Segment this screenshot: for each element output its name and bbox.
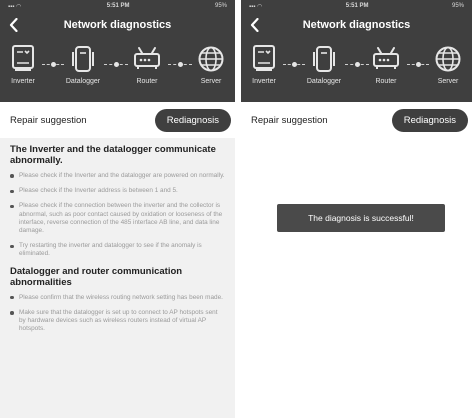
signal-icon: ▪▪▪ ◠ — [8, 3, 22, 10]
suggestion-list: Please confirm that the wireless routing… — [10, 294, 225, 334]
flow-label-inverter: Inverter — [252, 78, 276, 85]
repair-suggestions: The Inverter and the datalogger communic… — [0, 138, 235, 418]
nav-bar: Network diagnostics — [0, 12, 235, 38]
battery-label: 95% — [214, 3, 227, 9]
inverter-icon — [12, 45, 34, 71]
suggestion-item: Please check if the Inverter and the dat… — [10, 172, 225, 180]
flow-label-inverter: Inverter — [11, 78, 35, 85]
flow-node-inverter: Inverter — [241, 44, 287, 85]
section-title: Datalogger and router communication abno… — [10, 265, 183, 288]
repair-suggestion-label: Repair suggestion — [251, 114, 328, 126]
status-bar: ▪▪▪ ◠ 5:51 PM 95% — [0, 0, 235, 12]
back-icon[interactable] — [247, 16, 261, 34]
suggestion-item: Try restarting the inverter and datalogg… — [10, 242, 225, 258]
globe-icon — [435, 46, 461, 72]
flow-label-server: Server — [437, 78, 459, 85]
nav-bar: Network diagnostics — [241, 12, 472, 38]
flow-label-router: Router — [375, 78, 397, 85]
screens: ▪▪▪ ◠ 5:51 PM 95% Network diagnostics In… — [0, 0, 472, 418]
flow-node-datalogger: Datalogger — [60, 44, 106, 85]
flow-node-router: Router — [124, 44, 170, 85]
datalogger-icon — [313, 46, 335, 72]
suggestion-item: Please check if the Inverter address is … — [10, 187, 225, 195]
flow-label-router: Router — [136, 78, 158, 85]
result-area: The diagnosis is successful! — [241, 138, 472, 418]
repair-row: Repair suggestion Rediagnosis — [0, 102, 235, 138]
router-icon — [134, 47, 160, 69]
network-flow: Inverter Datalogger Router Server — [0, 38, 235, 102]
repair-suggestion-label: Repair suggestion — [10, 114, 87, 126]
status-bar: ▪▪▪ ◠ 5:51 PM 95% — [241, 0, 472, 12]
status-time: 5:51 PM — [345, 3, 369, 9]
flow-node-datalogger: Datalogger — [301, 44, 347, 85]
back-icon[interactable] — [6, 16, 20, 34]
suggestion-list: Please check if the Inverter and the dat… — [10, 172, 225, 259]
globe-icon — [198, 46, 224, 72]
inverter-icon — [253, 45, 275, 71]
suggestion-item: Please check if the connection between t… — [10, 202, 225, 235]
page-title: Network diagnostics — [302, 19, 411, 31]
signal-icon: ▪▪▪ ◠ — [249, 3, 263, 10]
repair-row: Repair suggestion Rediagnosis — [241, 102, 472, 138]
flow-label-server: Server — [200, 78, 222, 85]
status-time: 5:51 PM — [106, 3, 130, 9]
diagnostics-screen-success: ▪▪▪ ◠ 5:51 PM 95% Network diagnostics In… — [241, 0, 472, 418]
flow-node-server: Server — [188, 44, 234, 85]
rediagnosis-button[interactable]: Rediagnosis — [154, 108, 231, 132]
success-toast: The diagnosis is successful! — [277, 204, 445, 232]
flow-node-inverter: Inverter — [0, 44, 46, 85]
page-title: Network diagnostics — [63, 19, 172, 31]
flow-label-datalogger: Datalogger — [65, 78, 101, 85]
router-icon — [373, 47, 399, 69]
section-title: The Inverter and the datalogger communic… — [10, 144, 216, 166]
flow-node-router: Router — [363, 44, 409, 85]
rediagnosis-button[interactable]: Rediagnosis — [391, 108, 468, 132]
datalogger-icon — [72, 46, 94, 72]
flow-node-server: Server — [425, 44, 471, 85]
flow-label-datalogger: Datalogger — [306, 78, 342, 85]
battery-label: 95% — [451, 3, 464, 9]
diagnostics-screen-failure: ▪▪▪ ◠ 5:51 PM 95% Network diagnostics In… — [0, 0, 235, 418]
suggestion-item: Please confirm that the wireless routing… — [10, 294, 225, 302]
network-flow: Inverter Datalogger Router Server — [241, 38, 472, 102]
suggestion-item: Make sure that the datalogger is set up … — [10, 309, 225, 334]
